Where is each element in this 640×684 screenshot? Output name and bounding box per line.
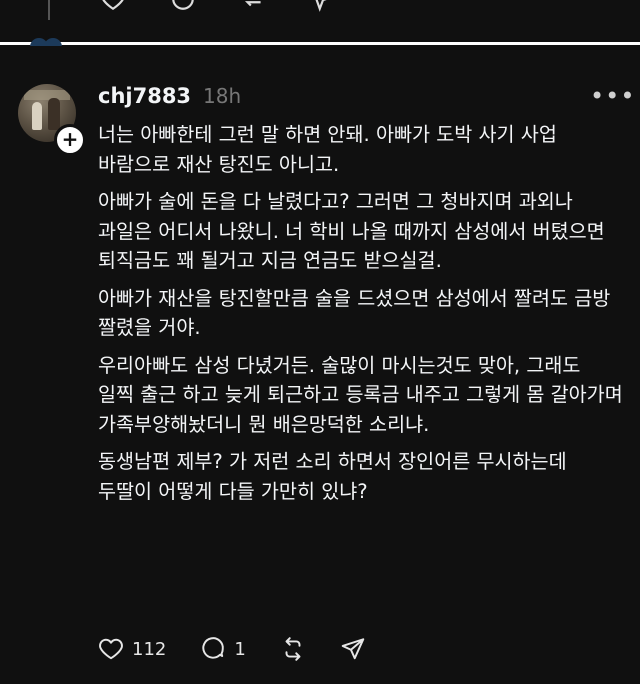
like-button[interactable]: 112 (98, 636, 166, 662)
share-icon[interactable] (310, 0, 336, 12)
previous-post-footer (0, 0, 640, 42)
username[interactable]: chj7883 (98, 84, 191, 108)
post-time: 18h (203, 84, 242, 108)
repost-icon[interactable] (240, 0, 266, 12)
post-body: 너는 아빠한테 그런 말 하면 안돼. 아빠가 도박 사기 사업 바람으로 재산… (98, 120, 626, 514)
previous-post-actions (100, 0, 336, 12)
more-options-icon[interactable]: ••• (590, 82, 635, 110)
reply-avatars (30, 38, 66, 46)
post-paragraph: 아빠가 술에 돈을 다 날렸다고? 그러면 그 청바지며 과외나 과일은 어디서… (98, 190, 618, 272)
post-actions: 112 1 (98, 636, 400, 662)
share-button[interactable] (340, 636, 366, 662)
repost-icon (285, 637, 301, 661)
like-count: 112 (132, 638, 167, 660)
share-icon (341, 638, 365, 660)
comment-button[interactable]: 1 (200, 636, 246, 662)
post-paragraph: 동생남편 제부? 가 저런 소리 하면서 장인어른 무시하는데 두딸이 어떻게 … (98, 450, 573, 503)
thread-line (48, 0, 50, 20)
post-paragraph: 너는 아빠한테 그런 말 하면 안돼. 아빠가 도박 사기 사업 바람으로 재산… (98, 123, 564, 176)
heart-icon[interactable] (100, 0, 126, 12)
comment-count: 1 (234, 638, 246, 660)
heart-icon (99, 638, 123, 660)
post-paragraph: 우리아빠도 삼성 다녔거든. 술많이 마시는것도 맞아, 그래도 일찍 출근 하… (98, 353, 629, 436)
repost-button[interactable] (280, 636, 306, 662)
post-paragraph: 아빠가 재산을 탕진할만큼 술을 드셨으면 삼성에서 짤려도 금방 짤렸을 거야… (98, 286, 617, 340)
post-header: chj7883 18h (98, 84, 241, 108)
comment-icon (202, 637, 225, 659)
section-divider (0, 42, 640, 45)
follow-plus-icon[interactable]: + (54, 124, 86, 156)
comment-icon[interactable] (170, 0, 196, 12)
